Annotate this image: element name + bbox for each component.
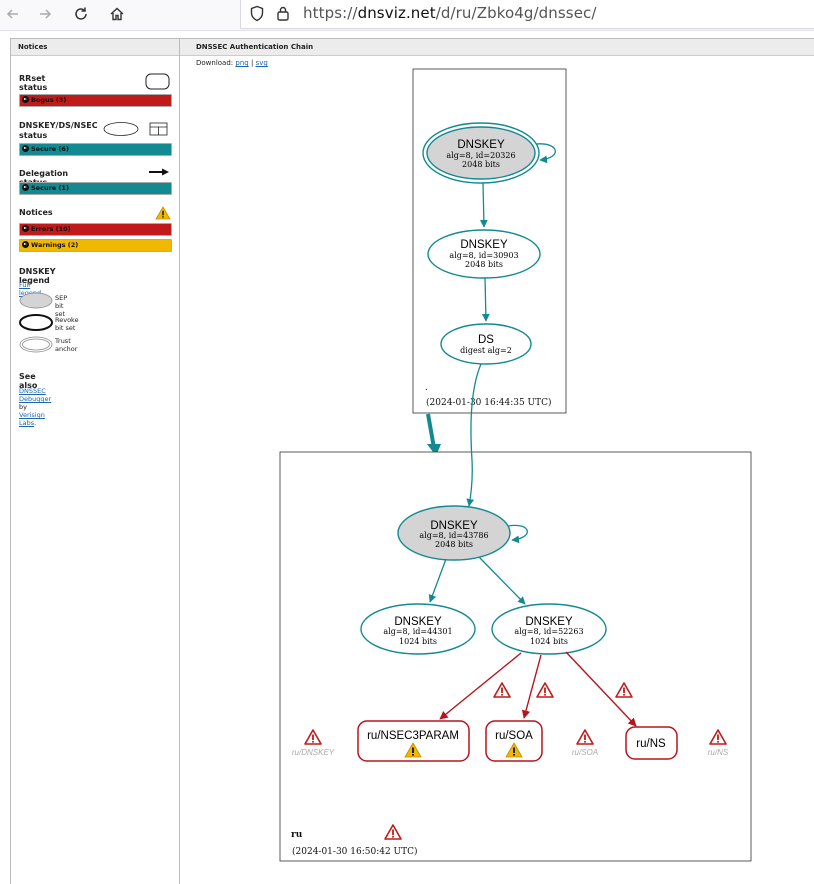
root-ksk-bits: 2048 bits — [462, 160, 500, 169]
root-zone-cluster: . (2024-01-30 16:44:35 UTC) DNSKEY alg=8… — [412, 68, 567, 414]
root-zsk-node[interactable]: DNSKEY alg=8, id=30903 2048 bits — [427, 229, 541, 279]
ru-zsk1-alg: alg=8, id=44301 — [383, 627, 452, 636]
ru-ksk-alg: alg=8, id=43786 — [419, 531, 488, 540]
ds-title: DS — [478, 334, 494, 346]
ghost-soa-label: ru/SOA — [572, 748, 598, 757]
root-ksk-title: DNSKEY — [457, 139, 505, 151]
ru-zsk2-bits: 1024 bits — [530, 637, 568, 646]
ru-ds-node[interactable]: DS digest alg=2 — [440, 323, 532, 365]
ru-zsk1-node[interactable]: DNSKEY alg=8, id=44301 1024 bits — [360, 603, 476, 655]
ru-ksk-bits: 2048 bits — [435, 540, 473, 549]
ns-label: ru/NS — [636, 738, 666, 750]
nsec3param-label: ru/NSEC3PARAM — [367, 730, 459, 742]
root-zsk-alg: alg=8, id=30903 — [449, 251, 518, 260]
ru-zone-timestamp: (2024-01-30 16:50:42 UTC) — [292, 846, 418, 857]
ghost-dnskey-label: ru/DNSKEY — [292, 748, 335, 757]
rrset-nsec3param-node[interactable]: ru/NSEC3PARAM — [357, 720, 470, 762]
root-zone-label: . — [425, 383, 428, 393]
ru-zone-label: ru — [291, 830, 303, 840]
ru-zone-cluster: ru (2024-01-30 16:50:42 UTC) DNSKEY alg=… — [279, 363, 752, 862]
root-zsk-bits: 2048 bits — [465, 260, 503, 269]
ru-zone-box — [279, 451, 752, 862]
rrset-ns-node[interactable]: ru/NS — [625, 726, 678, 760]
ru-zsk2-alg: alg=8, id=52263 — [514, 627, 583, 636]
delegation-edge — [426, 413, 436, 449]
ghost-ns-label: ru/NS — [708, 748, 729, 757]
ru-ksk-node[interactable]: DNSKEY alg=8, id=43786 2048 bits — [397, 505, 511, 561]
root-ksk-node[interactable]: DNSKEY alg=8, id=20326 2048 bits — [422, 122, 540, 184]
root-ksk-alg: alg=8, id=20326 — [446, 151, 515, 160]
ru-zsk2-node[interactable]: DNSKEY alg=8, id=52263 1024 bits — [491, 603, 607, 655]
ds-digest: digest alg=2 — [460, 346, 512, 355]
ru-zsk1-bits: 1024 bits — [399, 637, 437, 646]
root-zsk-title: DNSKEY — [460, 239, 508, 251]
soa-label: ru/SOA — [495, 730, 533, 742]
rrset-soa-node[interactable]: ru/SOA — [485, 720, 543, 762]
root-zone-timestamp: (2024-01-30 16:44:35 UTC) — [426, 397, 552, 408]
dnssec-graph: . (2024-01-30 16:44:35 UTC) DNSKEY alg=8… — [279, 68, 752, 862]
